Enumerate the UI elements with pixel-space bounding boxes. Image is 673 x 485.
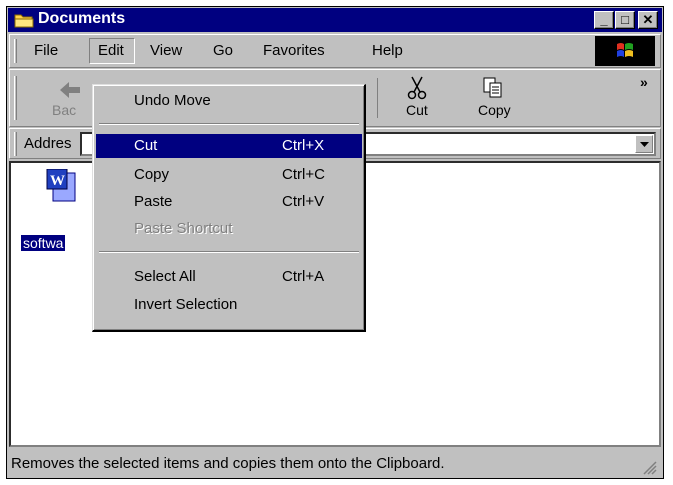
maximize-icon: □ <box>621 12 629 27</box>
menu-item-paste-shortcut: Paste Shortcut <box>96 217 362 241</box>
minimize-button[interactable]: _ <box>594 11 614 29</box>
address-dropdown-button[interactable] <box>635 135 653 153</box>
menu-item-cut[interactable]: Cut Ctrl+X <box>96 134 362 158</box>
menu-item-select-all[interactable]: Select All Ctrl+A <box>96 265 362 289</box>
toolbar-separator <box>377 78 378 118</box>
cut-label: Cut <box>406 102 428 118</box>
menu-view-label: View <box>150 42 183 59</box>
folder-icon <box>14 14 34 28</box>
file-item-label[interactable]: softwa <box>19 234 67 252</box>
menu-favorites[interactable]: Favorites <box>263 42 325 59</box>
copy-button[interactable]: Copy <box>458 76 528 122</box>
select-all-shortcut: Ctrl+A <box>282 268 325 285</box>
paste-shortcut: Ctrl+V <box>282 193 325 210</box>
paste-menu-label: Paste <box>134 193 173 210</box>
invert-selection-label: Invert Selection <box>134 296 238 313</box>
back-arrow-icon <box>60 82 80 98</box>
undo-label: Undo Move <box>134 92 211 109</box>
close-icon: ✕ <box>642 12 654 27</box>
toolbar-overflow-chevron-icon[interactable]: » <box>640 74 648 90</box>
scissors-icon <box>407 76 427 100</box>
windows-logo-icon <box>617 43 633 57</box>
paste-shortcut-label: Paste Shortcut <box>134 220 233 237</box>
menu-view[interactable]: View <box>150 42 182 59</box>
menu-go[interactable]: Go <box>213 42 233 59</box>
menu-item-undo-move[interactable]: Undo Move <box>96 89 362 113</box>
word-document-icon: W <box>46 168 76 202</box>
cut-button[interactable]: Cut <box>388 76 448 122</box>
back-label: Bac <box>52 102 77 118</box>
menu-help[interactable]: Help <box>372 42 403 59</box>
cut-menu-label: Cut <box>134 137 158 154</box>
address-label: Addres <box>24 135 72 152</box>
edit-menu: Undo Move Cut Ctrl+X Copy Ctrl+C Paste Ctrl… <box>92 84 366 332</box>
copy-shortcut: Ctrl+C <box>282 166 325 183</box>
status-text: Removes the selected items and copies th… <box>11 455 445 472</box>
menu-separator <box>99 123 359 125</box>
back-button[interactable]: Bac <box>30 78 100 122</box>
window-title: Documents <box>38 10 126 27</box>
menu-item-invert-selection[interactable]: Invert Selection <box>96 293 362 317</box>
select-all-label: Select All <box>134 268 196 285</box>
toolbar-grip[interactable] <box>14 76 17 120</box>
menubar-grip[interactable] <box>14 39 17 63</box>
copy-icon <box>483 77 502 98</box>
copy-label: Copy <box>478 102 511 118</box>
menu-help-label: Help <box>372 42 403 59</box>
cut-shortcut: Ctrl+X <box>282 137 325 154</box>
file-item[interactable]: W <box>45 168 85 209</box>
addressbar-grip[interactable] <box>14 132 17 156</box>
menu-item-paste[interactable]: Paste Ctrl+V <box>96 190 362 214</box>
copy-menu-label: Copy <box>134 166 170 183</box>
svg-text:W: W <box>50 173 65 189</box>
close-button[interactable]: ✕ <box>638 11 658 29</box>
menu-separator <box>99 251 359 253</box>
size-grip-icon[interactable] <box>643 461 657 475</box>
menu-file[interactable]: File <box>34 42 58 59</box>
menu-go-label: Go <box>213 42 234 59</box>
maximize-button[interactable]: □ <box>615 11 635 29</box>
throbber <box>595 36 655 66</box>
menu-bar: File Edit View Go Favorites Help <box>9 34 661 68</box>
menu-favorites-label: Favorites <box>263 42 325 59</box>
status-bar: Removes the selected items and copies th… <box>9 451 661 477</box>
minimize-icon: _ <box>600 12 608 27</box>
menu-edit-label: Edit <box>98 42 124 59</box>
menu-edit[interactable]: Edit <box>89 38 135 64</box>
menu-item-copy[interactable]: Copy Ctrl+C <box>96 163 362 187</box>
menu-file-label: File <box>34 42 59 59</box>
dropdown-arrow-icon <box>640 142 649 147</box>
title-bar[interactable]: Documents _ □ ✕ <box>8 8 662 32</box>
